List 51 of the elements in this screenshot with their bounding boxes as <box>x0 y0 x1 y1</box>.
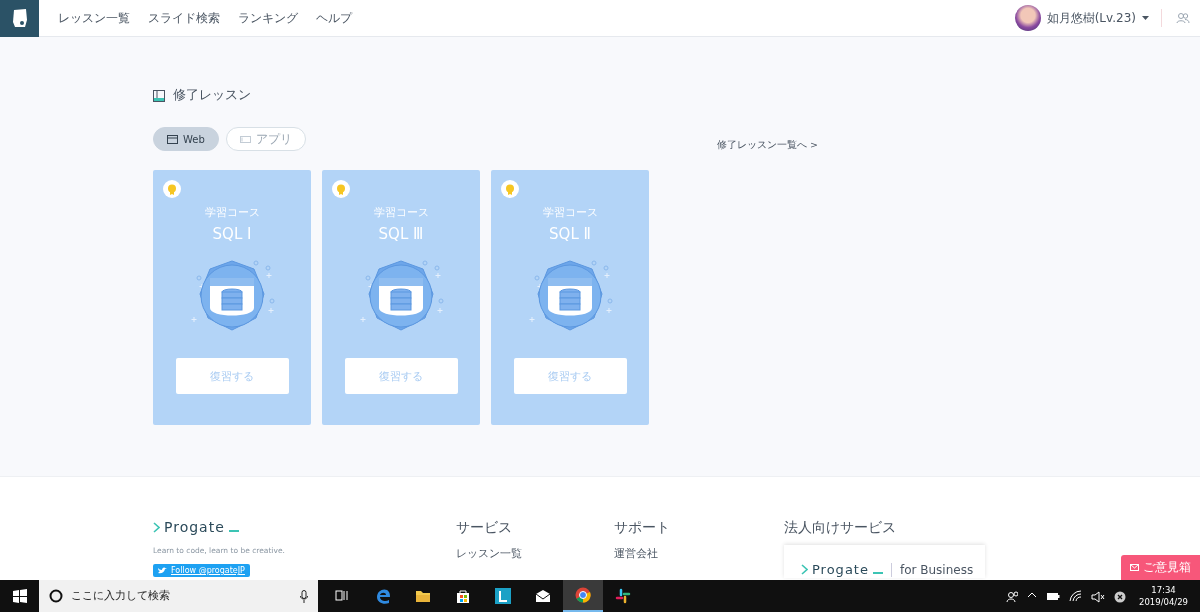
medal-icon <box>332 180 350 198</box>
book-icon <box>153 89 165 102</box>
course-category: 学習コース <box>373 206 429 220</box>
user-name[interactable]: 如月悠樹(Lv.23) <box>1046 9 1136 27</box>
envelope-icon <box>1130 564 1139 571</box>
medal-icon <box>163 180 181 198</box>
edge-icon[interactable] <box>375 588 391 604</box>
slack-icon[interactable] <box>615 588 631 604</box>
business-label: for Business <box>890 563 974 577</box>
l-app-icon[interactable] <box>495 588 511 604</box>
footer-heading: 法人向けサービス <box>784 519 897 537</box>
course-title: SQL I <box>212 225 252 243</box>
section-title: 修了レッスン <box>173 87 251 104</box>
course-category: 学習コース <box>542 206 598 220</box>
footer-heading: サービス <box>456 519 513 537</box>
task-view-icon[interactable] <box>335 588 351 604</box>
search-field[interactable]: ここに入力して検索 <box>39 580 318 612</box>
footer-link[interactable]: 運営会社 <box>614 547 784 561</box>
store-icon[interactable] <box>455 588 471 604</box>
windows-icon[interactable] <box>12 589 27 603</box>
avatar[interactable] <box>1014 5 1041 31</box>
footer-link[interactable]: レッスン一覧 <box>456 547 614 561</box>
cortana-icon <box>49 589 63 603</box>
all-lessons-link[interactable]: 修了レッスン一覧へ > <box>717 139 818 152</box>
progate-logo[interactable]: Progate <box>153 519 456 535</box>
business-card[interactable]: Progate for Business <box>784 545 985 578</box>
phone-icon <box>239 134 251 144</box>
wifi-icon[interactable] <box>1069 589 1082 603</box>
clock[interactable]: 17:34 2019/04/29 <box>1139 584 1188 608</box>
folder-icon[interactable] <box>415 588 431 604</box>
footer-heading: サポート <box>614 519 671 537</box>
volume-muted-icon[interactable] <box>1091 589 1105 603</box>
microphone-icon <box>300 589 308 603</box>
course-title: SQL Ⅲ <box>378 225 424 243</box>
notification-icon[interactable] <box>1114 589 1126 603</box>
chrome-icon[interactable] <box>575 587 591 603</box>
logo[interactable] <box>0 0 39 37</box>
bird-icon <box>158 567 167 574</box>
people-icon[interactable] <box>1006 589 1018 603</box>
nav-link[interactable]: ヘルプ <box>307 9 361 27</box>
course-category: 学習コース <box>204 206 260 220</box>
caret-icon[interactable] <box>1142 16 1149 20</box>
course-title: SQL Ⅱ <box>549 225 591 243</box>
nav-link[interactable]: レッスン一覧 <box>49 9 139 27</box>
progate-logo[interactable]: Progate <box>801 562 883 577</box>
filter-tab[interactable]: Web <box>153 127 219 151</box>
mail-icon[interactable] <box>535 588 551 604</box>
browser-icon <box>167 134 178 144</box>
medal-icon <box>501 180 519 198</box>
nav-link[interactable]: スライド検索 <box>139 9 229 27</box>
nav-link[interactable]: ランキング <box>229 9 307 27</box>
